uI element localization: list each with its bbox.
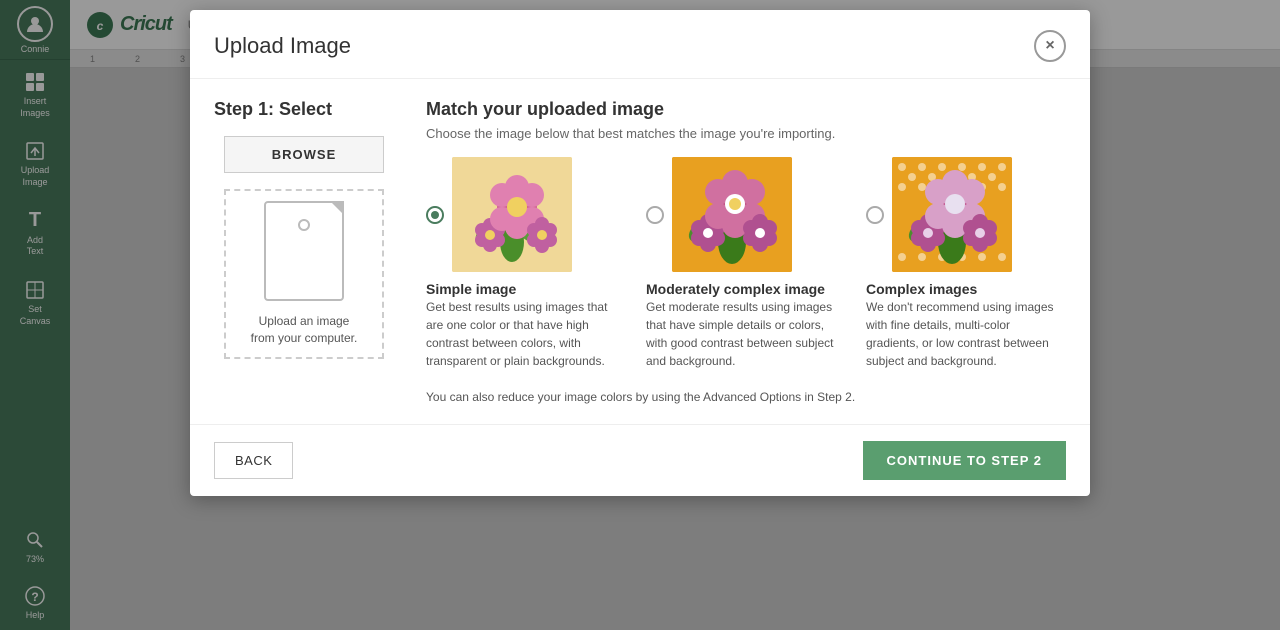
back-button[interactable]: BACK bbox=[214, 442, 293, 479]
radio-moderate[interactable] bbox=[646, 206, 664, 224]
option-complex-name: Complex images We don't recommend using … bbox=[866, 280, 1066, 370]
upload-label: Upload an imagefrom your computer. bbox=[251, 313, 358, 347]
moderate-name: Moderately complex image bbox=[646, 280, 846, 298]
modal-body: Step 1: Select BROWSE Upload an imagefro… bbox=[190, 79, 1090, 424]
radio-complex[interactable] bbox=[866, 206, 884, 224]
option-moderate-name: Moderately complex image Get moderate re… bbox=[646, 280, 846, 370]
simple-name: Simple image bbox=[426, 280, 626, 298]
option-simple-name: Simple image Get best results using imag… bbox=[426, 280, 626, 370]
modal-title: Upload Image bbox=[214, 33, 351, 59]
browse-button[interactable]: BROWSE bbox=[224, 136, 384, 173]
file-hole bbox=[298, 219, 310, 231]
complex-image-preview bbox=[892, 157, 1012, 272]
modal-close-button[interactable]: × bbox=[1034, 30, 1066, 62]
option-complex-header bbox=[866, 157, 1066, 272]
upload-preview-area: Upload an imagefrom your computer. bbox=[224, 189, 384, 359]
simple-image-preview bbox=[452, 157, 572, 272]
complex-desc: We don't recommend using images with fin… bbox=[866, 298, 1066, 370]
modal-header: Upload Image × bbox=[190, 10, 1090, 79]
right-panel: Match your uploaded image Choose the ima… bbox=[426, 99, 1066, 404]
option-simple-header bbox=[426, 157, 626, 272]
modal-footer: BACK CONTINUE TO STEP 2 bbox=[190, 424, 1090, 496]
simple-desc: Get best results using images that are o… bbox=[426, 298, 626, 370]
left-panel: Step 1: Select BROWSE Upload an imagefro… bbox=[214, 99, 394, 404]
option-simple: Simple image Get best results using imag… bbox=[426, 157, 626, 370]
match-title: Match your uploaded image bbox=[426, 99, 1066, 120]
option-complex: Complex images We don't recommend using … bbox=[866, 157, 1066, 370]
continue-button[interactable]: CONTINUE TO STEP 2 bbox=[863, 441, 1067, 480]
moderate-image-preview bbox=[672, 157, 792, 272]
upload-image-modal: Upload Image × Step 1: Select BROWSE Upl… bbox=[190, 10, 1090, 496]
radio-simple[interactable] bbox=[426, 206, 444, 224]
file-icon bbox=[264, 201, 344, 301]
moderate-desc: Get moderate results using images that h… bbox=[646, 298, 846, 370]
advanced-note: You can also reduce your image colors by… bbox=[426, 390, 1066, 404]
option-moderate-header bbox=[646, 157, 846, 272]
image-options: Simple image Get best results using imag… bbox=[426, 157, 1066, 370]
option-moderate: Moderately complex image Get moderate re… bbox=[646, 157, 846, 370]
complex-name: Complex images bbox=[866, 280, 1066, 298]
match-subtitle: Choose the image below that best matches… bbox=[426, 126, 1066, 141]
modal-overlay: Upload Image × Step 1: Select BROWSE Upl… bbox=[0, 0, 1280, 630]
step-title: Step 1: Select bbox=[214, 99, 332, 120]
